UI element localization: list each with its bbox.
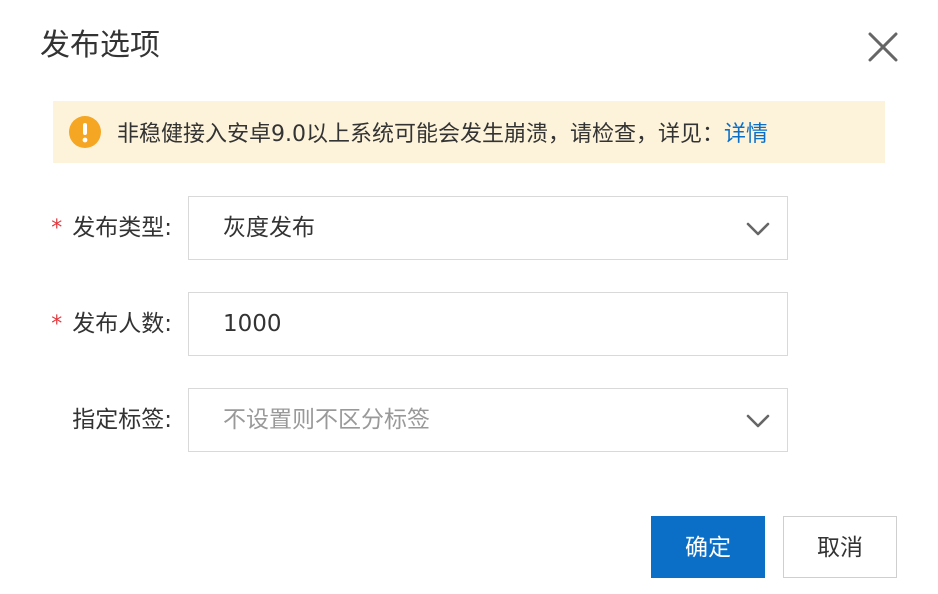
tags-row: 指定标签: 不设置则不区分标签 (0, 388, 938, 452)
tags-placeholder: 不设置则不区分标签 (223, 407, 430, 433)
alert-message: 非稳健接入安卓9.0以上系统可能会发生崩溃，请检查，详见：详情 (117, 116, 768, 148)
release-count-field[interactable] (188, 292, 788, 356)
chevron-down-icon (746, 222, 770, 236)
confirm-button[interactable]: 确定 (651, 516, 765, 578)
release-type-label-text: 发布类型: (72, 215, 172, 241)
release-type-label: * 发布类型: (51, 196, 172, 260)
release-type-select[interactable]: 灰度发布 (188, 196, 788, 260)
warning-icon (69, 116, 101, 148)
release-count-input[interactable] (223, 293, 763, 355)
cancel-button[interactable]: 取消 (783, 516, 897, 578)
release-count-label: * 发布人数: (51, 292, 172, 356)
required-mark: * (51, 312, 63, 337)
release-type-row: * 发布类型: 灰度发布 (0, 196, 938, 260)
release-count-label-text: 发布人数: (72, 311, 172, 337)
tags-label-text: 指定标签: (72, 407, 172, 433)
alert-message-text: 非稳健接入安卓9.0以上系统可能会发生崩溃，请检查，详见： (117, 122, 724, 147)
warning-alert: 非稳健接入安卓9.0以上系统可能会发生崩溃，请检查，详见：详情 (53, 101, 885, 163)
release-options-dialog: 发布选项 非稳健接入安卓9.0以上系统可能会发生崩溃，请检查，详见：详情 * 发布… (0, 0, 938, 594)
close-icon[interactable] (864, 28, 902, 66)
release-count-row: * 发布人数: (0, 292, 938, 356)
required-mark: * (51, 216, 63, 241)
details-link[interactable]: 详情 (724, 122, 768, 147)
dialog-title: 发布选项 (40, 28, 160, 63)
tags-select[interactable]: 不设置则不区分标签 (188, 388, 788, 452)
tags-label: 指定标签: (72, 388, 172, 452)
chevron-down-icon (746, 414, 770, 428)
release-type-value: 灰度发布 (223, 215, 315, 241)
